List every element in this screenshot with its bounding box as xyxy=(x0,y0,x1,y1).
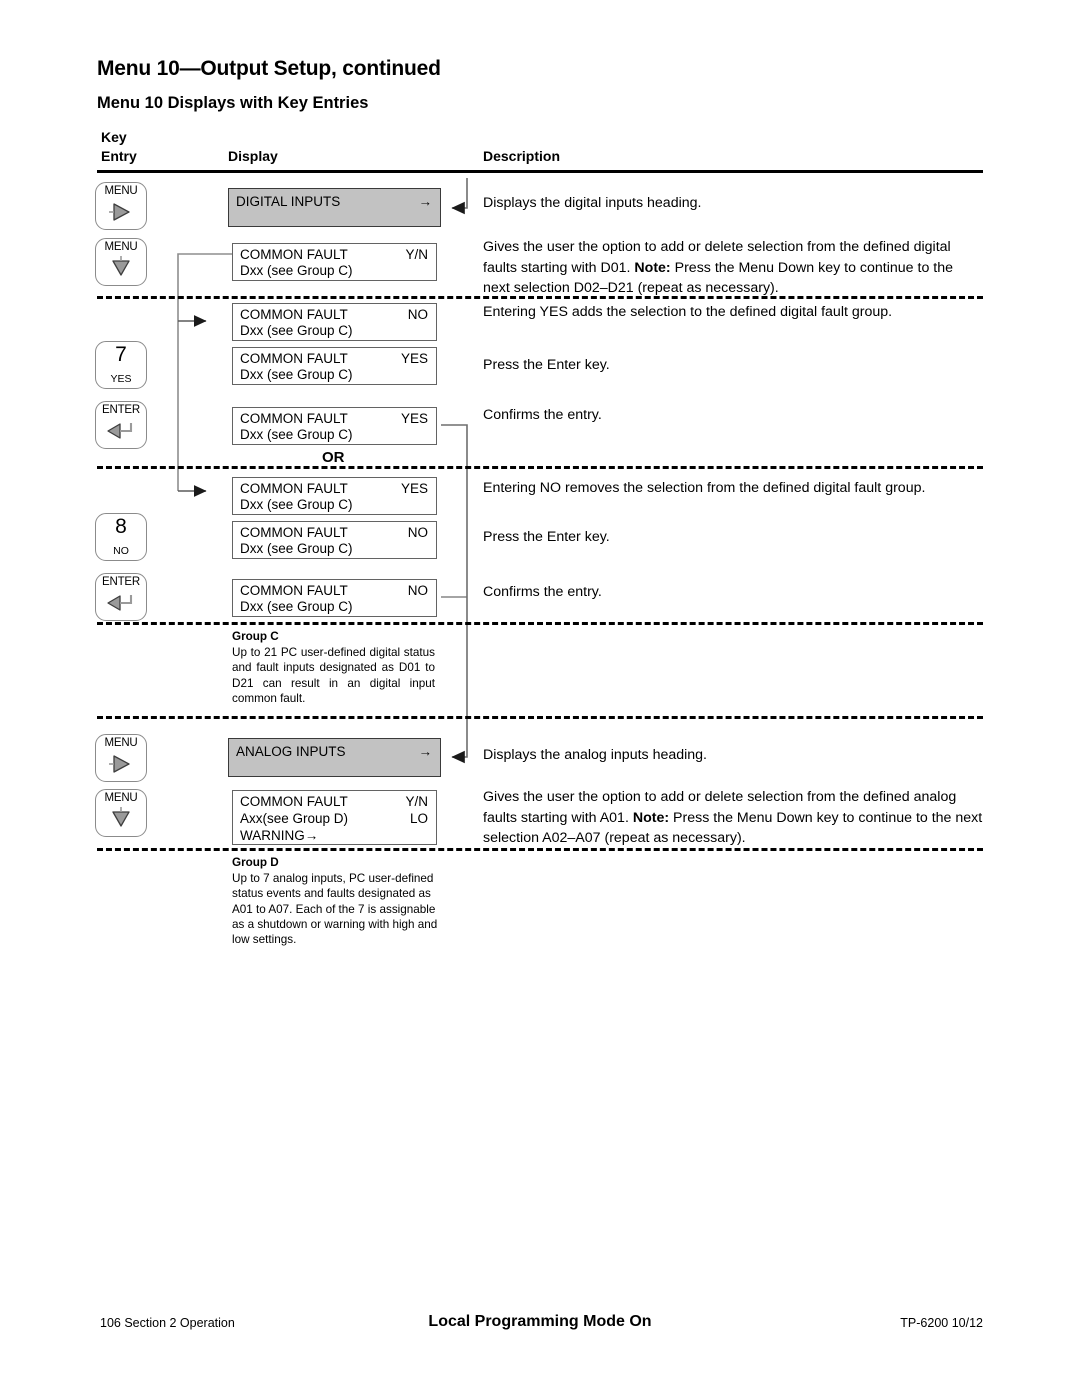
key-enter-yes[interactable]: ENTER xyxy=(95,401,147,449)
display-line1-right: YES xyxy=(400,351,428,366)
description-confirms-1: Confirms the entry. xyxy=(483,407,602,423)
group-c-note: Group C Up to 21 PC user-defined digital… xyxy=(232,629,435,706)
description-entering-yes: Entering YES adds the selection to the d… xyxy=(483,304,893,320)
display-line1-right: YES xyxy=(400,411,428,426)
display-line1-left: ANALOG INPUTS xyxy=(236,744,346,759)
key-digit: 7 xyxy=(115,343,127,366)
description-analog-yn: Gives the user the option to add or dele… xyxy=(483,787,983,849)
display-line3-left: WARNING→ xyxy=(240,828,319,843)
display-common-fault-yes-2: COMMON FAULT YES Dxx (see Group C) xyxy=(232,407,437,445)
separator-3-group-c xyxy=(97,622,983,625)
display-line2-left: Dxx (see Group C) xyxy=(240,599,353,614)
key-sublabel: NO xyxy=(113,545,129,557)
column-header-key: Key xyxy=(101,129,127,145)
description-confirms-2: Confirms the entry. xyxy=(483,584,602,600)
arrow-right-icon xyxy=(109,755,130,773)
manual-page: Menu 10—Output Setup, continued Menu 10 … xyxy=(0,0,1080,1397)
display-line1-left: COMMON FAULT xyxy=(240,583,348,598)
display-line1-left: DIGITAL INPUTS xyxy=(236,194,341,209)
note-label: Note: xyxy=(632,809,670,826)
display-line1-left: COMMON FAULT xyxy=(240,307,348,322)
group-c-body: Up to 21 PC user-defined digital status … xyxy=(232,646,435,705)
display-line1-right: NO xyxy=(407,525,428,540)
display-line2-left: Dxx (see Group C) xyxy=(240,323,353,338)
or-label: OR xyxy=(322,449,345,466)
separator-4-analog xyxy=(97,716,983,719)
group-d-note: Group D Up to 7 analog inputs, PC user-d… xyxy=(232,855,442,947)
display-line2-right: LO xyxy=(409,811,428,826)
description-entering-no: Entering NO removes the selection from t… xyxy=(483,480,926,496)
display-common-fault-yes-1: COMMON FAULT YES Dxx (see Group C) xyxy=(232,347,437,385)
display-common-fault-yes-3: COMMON FAULT YES Dxx (see Group C) xyxy=(232,477,437,515)
display-common-fault-analog: COMMON FAULT Y/N Axx(see Group D) LO WAR… xyxy=(232,790,437,845)
description-press-enter-1: Press the Enter key. xyxy=(483,357,610,373)
display-common-fault-no-2: COMMON FAULT NO Dxx (see Group C) xyxy=(232,521,437,559)
description-analog-heading: Displays the analog inputs heading. xyxy=(483,747,708,763)
display-line1-right: → xyxy=(418,744,433,759)
key-enter-no[interactable]: ENTER xyxy=(95,573,147,621)
display-line2-left: Dxx (see Group C) xyxy=(240,427,353,442)
header-rule xyxy=(97,170,983,173)
display-line1-left: COMMON FAULT xyxy=(240,525,348,540)
display-line2-left: Dxx (see Group C) xyxy=(240,367,353,382)
display-line1-right: NO xyxy=(407,307,428,322)
page-title: Menu 10—Output Setup, continued xyxy=(97,57,441,80)
key-menu-down-digital[interactable]: MENU xyxy=(95,238,147,286)
display-line2-left: Dxx (see Group C) xyxy=(240,541,353,556)
enter-arrow-icon xyxy=(107,595,133,611)
display-line1-left: COMMON FAULT xyxy=(240,794,348,809)
footer-right: TP-6200 10/12 xyxy=(900,1316,983,1330)
key-menu-down-analog[interactable]: MENU xyxy=(95,789,147,837)
display-common-fault-no-1: COMMON FAULT NO Dxx (see Group C) xyxy=(232,303,437,341)
separator-5-group-d xyxy=(97,848,983,851)
display-line1-left: COMMON FAULT xyxy=(240,247,348,262)
display-line2-left: Dxx (see Group C) xyxy=(240,497,353,512)
group-c-title: Group C xyxy=(232,630,279,643)
key-menu-right-digital[interactable]: MENU xyxy=(95,182,147,230)
enter-arrow-icon xyxy=(107,423,133,439)
key-sublabel: YES xyxy=(110,373,132,385)
column-header-description: Description xyxy=(483,148,561,164)
display-line1-right: YES xyxy=(400,481,428,496)
key-7-yes[interactable]: 7 YES xyxy=(95,341,147,389)
display-line2-left: Dxx (see Group C) xyxy=(240,263,353,278)
display-line1-right: Y/N xyxy=(405,794,428,809)
group-d-title: Group D xyxy=(232,856,279,869)
note-label: Note: xyxy=(634,259,671,276)
display-line2-left: Axx(see Group D) xyxy=(240,811,349,826)
display-line1-right: → xyxy=(418,194,433,209)
display-digital-inputs: DIGITAL INPUTS → xyxy=(228,188,441,227)
description-press-enter-2: Press the Enter key. xyxy=(483,529,610,545)
display-common-fault-yn: COMMON FAULT Y/N Dxx (see Group C) xyxy=(232,243,437,281)
arrow-down-icon xyxy=(112,256,130,276)
key-menu-right-analog[interactable]: MENU xyxy=(95,734,147,782)
display-common-fault-no-3: COMMON FAULT NO Dxx (see Group C) xyxy=(232,579,437,617)
display-line1-right: NO xyxy=(407,583,428,598)
column-header-entry: Entry xyxy=(101,148,137,164)
display-analog-inputs: ANALOG INPUTS → xyxy=(228,738,441,777)
column-header-display: Display xyxy=(228,148,278,164)
group-d-body: Up to 7 analog inputs, PC user-defined s… xyxy=(232,872,438,947)
separator-2-or xyxy=(97,466,983,469)
arrow-down-icon xyxy=(112,807,130,827)
display-line1-right: Y/N xyxy=(405,247,428,262)
description-digital-heading: Displays the digital inputs heading. xyxy=(483,195,702,211)
separator-1 xyxy=(97,296,983,299)
key-digit: 8 xyxy=(115,515,127,538)
description-digital-yn: Gives the user the option to add or dele… xyxy=(483,237,983,299)
key-8-no[interactable]: 8 NO xyxy=(95,513,147,561)
arrow-right-icon xyxy=(109,203,130,221)
page-subtitle: Menu 10 Displays with Key Entries xyxy=(97,94,369,112)
